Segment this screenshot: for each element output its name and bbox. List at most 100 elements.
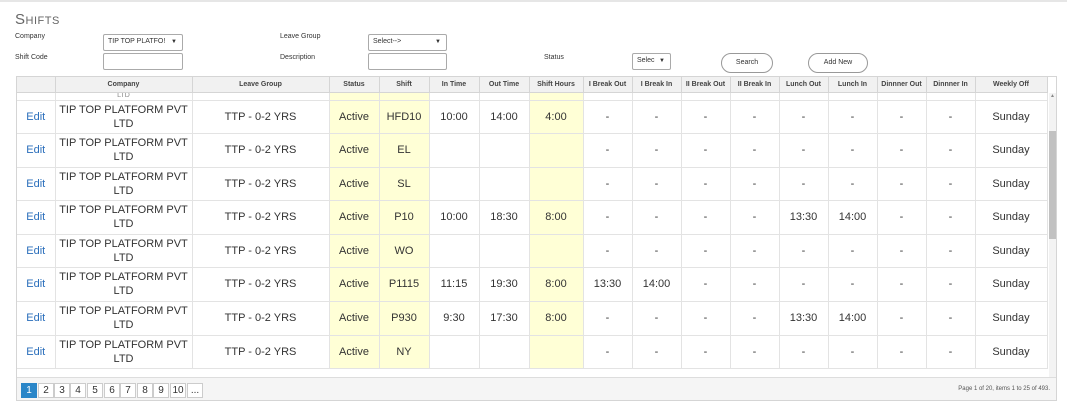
leave-group-cell: TTP - 0-2 YRS — [192, 301, 330, 336]
leave-group-cell: TTP - 0-2 YRS — [192, 133, 330, 168]
col-company-header[interactable]: Company — [55, 77, 193, 93]
ii-break-in-cell: - — [730, 100, 780, 134]
shift-hours-cell: 8:00 — [529, 200, 584, 235]
page-link-10[interactable]: 10 — [170, 383, 186, 398]
lunch-in-cell: - — [828, 167, 878, 201]
page-link-6[interactable]: 6 — [104, 383, 120, 398]
company-label: Company — [15, 33, 45, 40]
edit-link[interactable]: Edit — [26, 245, 45, 257]
table-row: Edit TIP TOP PLATFORM PVT LTD TTP - 0-2 YR… — [17, 234, 1048, 268]
col-leave-group-header[interactable]: Leave Group — [192, 77, 330, 93]
clipped-cell — [329, 92, 380, 101]
dinner-in-cell: - — [926, 167, 976, 201]
col-i-break-out-header[interactable]: I Break Out — [583, 77, 633, 93]
edit-cell: Edit — [17, 200, 56, 235]
lunch-in-cell: - — [828, 100, 878, 134]
col-edit-header[interactable] — [17, 77, 56, 93]
i-break-out-cell: - — [583, 133, 633, 168]
edit-link[interactable]: Edit — [26, 178, 45, 190]
col-weekly-off-header[interactable]: Weekly Off — [975, 77, 1048, 93]
in-time-cell — [429, 133, 480, 168]
company-select-value: TIP TOP PLATFO! — [108, 38, 166, 45]
lunch-in-cell: - — [828, 267, 878, 302]
in-time-cell — [429, 335, 480, 369]
col-i-break-in-header[interactable]: I Break In — [632, 77, 682, 93]
scrollbar-thumb[interactable] — [1049, 131, 1056, 239]
page-title: Shifts — [15, 11, 60, 28]
page-link-9[interactable]: 9 — [153, 383, 169, 398]
company-cell: TIP TOP PLATFORM PVT LTD — [55, 100, 193, 134]
table-row: Edit TIP TOP PLATFORM PVT LTD TTP - 0-2 YR… — [17, 167, 1048, 201]
i-break-out-cell: - — [583, 200, 633, 235]
edit-link[interactable]: Edit — [26, 211, 45, 223]
in-time-cell — [429, 167, 480, 201]
col-dinner-out-header[interactable]: Dinnner Out — [877, 77, 927, 93]
in-time-cell — [429, 234, 480, 268]
shifts-grid: Company Leave Group Status Shift In Time Out … — [16, 76, 1057, 401]
page-link-4[interactable]: 4 — [70, 383, 86, 398]
table-row: Edit TIP TOP PLATFORM PVT LTD TTP - 0-2 YR… — [17, 133, 1048, 168]
leave-group-select[interactable]: Select--> ▼ — [368, 34, 447, 51]
description-input[interactable] — [368, 53, 447, 70]
col-lunch-out-header[interactable]: Lunch Out — [779, 77, 829, 93]
shift-cell: P1115 — [379, 267, 430, 302]
dinner-in-cell: - — [926, 133, 976, 168]
vertical-scrollbar[interactable]: ▲ — [1049, 93, 1056, 385]
col-shift-hours-header[interactable]: Shift Hours — [529, 77, 584, 93]
edit-link[interactable]: Edit — [26, 111, 45, 123]
status-select-value: Selec — [637, 57, 655, 64]
clipped-cell — [529, 92, 584, 101]
weekly-off-cell: Sunday — [975, 100, 1048, 134]
col-out-time-header[interactable]: Out Time — [479, 77, 530, 93]
leave-group-cell: TTP - 0-2 YRS — [192, 234, 330, 268]
i-break-out-cell: 13:30 — [583, 267, 633, 302]
page-link-8[interactable]: 8 — [137, 383, 153, 398]
page-link-1[interactable]: 1 — [21, 383, 37, 398]
col-shift-header[interactable]: Shift — [379, 77, 430, 93]
edit-link[interactable]: Edit — [26, 346, 45, 358]
clipped-cell — [730, 92, 780, 101]
page-link-7[interactable]: 7 — [120, 383, 136, 398]
page-more[interactable]: ... — [187, 383, 203, 398]
company-cell: TIP TOP PLATFORM PVT LTD — [55, 234, 193, 268]
clipped-cell — [379, 92, 430, 101]
page-link-2[interactable]: 2 — [38, 383, 54, 398]
shift-cell: WO — [379, 234, 430, 268]
chevron-down-icon: ▼ — [171, 39, 177, 45]
edit-link[interactable]: Edit — [26, 312, 45, 324]
description-label: Description — [280, 54, 316, 61]
ii-break-out-cell: - — [681, 301, 731, 336]
edit-link[interactable]: Edit — [26, 278, 45, 290]
lunch-out-cell: 13:30 — [779, 301, 829, 336]
clipped-cell — [926, 92, 976, 101]
company-select[interactable]: TIP TOP PLATFO! ▼ — [103, 34, 183, 51]
shift-cell: P10 — [379, 200, 430, 235]
col-ii-break-in-header[interactable]: II Break In — [730, 77, 780, 93]
col-lunch-in-header[interactable]: Lunch In — [828, 77, 878, 93]
page-link-5[interactable]: 5 — [87, 383, 103, 398]
add-new-button[interactable]: Add New — [808, 53, 868, 73]
col-ii-break-out-header[interactable]: II Break Out — [681, 77, 731, 93]
col-dinner-in-header[interactable]: Dinnner In — [926, 77, 976, 93]
shift-hours-cell — [529, 335, 584, 369]
edit-link[interactable]: Edit — [26, 144, 45, 156]
out-time-cell: 19:30 — [479, 267, 530, 302]
scroll-up-icon[interactable]: ▲ — [1050, 93, 1055, 99]
status-select[interactable]: Selec ▼ — [632, 53, 671, 70]
clipped-cell — [975, 92, 1048, 101]
company-cell: TIP TOP PLATFORM PVT LTD — [55, 200, 193, 235]
weekly-off-cell: Sunday — [975, 301, 1048, 336]
search-button[interactable]: Search — [721, 53, 773, 73]
dinner-out-cell: - — [877, 200, 927, 235]
ii-break-out-cell: - — [681, 133, 731, 168]
ii-break-in-cell: - — [730, 267, 780, 302]
edit-cell: Edit — [17, 234, 56, 268]
page-link-3[interactable]: 3 — [54, 383, 70, 398]
col-in-time-header[interactable]: In Time — [429, 77, 480, 93]
in-time-cell: 10:00 — [429, 200, 480, 235]
weekly-off-cell: Sunday — [975, 133, 1048, 168]
weekly-off-cell: Sunday — [975, 200, 1048, 235]
ii-break-out-cell: - — [681, 335, 731, 369]
col-status-header[interactable]: Status — [329, 77, 380, 93]
shift-code-input[interactable] — [103, 53, 183, 70]
